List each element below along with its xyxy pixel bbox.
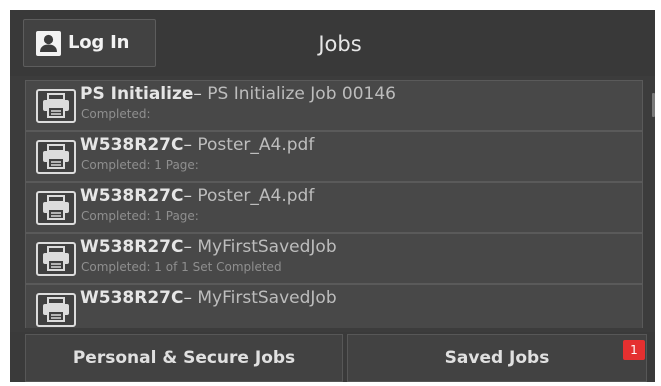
job-list[interactable]: PS Initialize– PS Initialize Job 00146 C… [25, 80, 655, 328]
header-bar: Log In Jobs [10, 10, 655, 76]
scrollbar[interactable] [652, 93, 655, 117]
job-status: Completed: 1 of 1 Set Completed [81, 260, 282, 274]
personal-secure-jobs-button[interactable]: Personal & Secure Jobs [25, 334, 343, 382]
job-title: W538R27C– MyFirstSavedJob [80, 237, 337, 257]
user-icon [36, 31, 61, 56]
saved-jobs-count-badge: 1 [623, 340, 645, 360]
job-status: Completed: 1 Page: [81, 209, 199, 223]
printer-icon [36, 242, 76, 276]
login-button[interactable]: Log In [23, 19, 156, 67]
job-title: PS Initialize– PS Initialize Job 00146 [80, 84, 396, 104]
job-row[interactable]: W538R27C– Poster_A4.pdf Completed: 1 Pag… [25, 182, 643, 233]
job-row[interactable]: W538R27C– MyFirstSavedJob [25, 284, 643, 328]
bottom-bar: Personal & Secure Jobs Saved Jobs [10, 332, 655, 382]
page-title: Jobs [318, 32, 362, 56]
printer-icon [36, 89, 76, 123]
job-row[interactable]: W538R27C– MyFirstSavedJob Completed: 1 o… [25, 233, 643, 284]
saved-jobs-button[interactable]: Saved Jobs [347, 334, 647, 382]
job-status: Completed: 1 Page: [81, 158, 199, 172]
printer-icon [36, 140, 76, 174]
printer-icon [36, 191, 76, 225]
job-row[interactable]: W538R27C– Poster_A4.pdf Completed: 1 Pag… [25, 131, 643, 182]
job-row[interactable]: PS Initialize– PS Initialize Job 00146 C… [25, 80, 655, 131]
jobs-screen: Log In Jobs PS Initialize– PS Initialize… [10, 10, 655, 382]
printer-icon [36, 293, 76, 327]
job-title: W538R27C– MyFirstSavedJob [80, 288, 337, 308]
login-label: Log In [68, 32, 130, 53]
job-title: W538R27C– Poster_A4.pdf [80, 186, 315, 206]
job-title: W538R27C– Poster_A4.pdf [80, 135, 315, 155]
job-status: Completed: [81, 107, 151, 121]
